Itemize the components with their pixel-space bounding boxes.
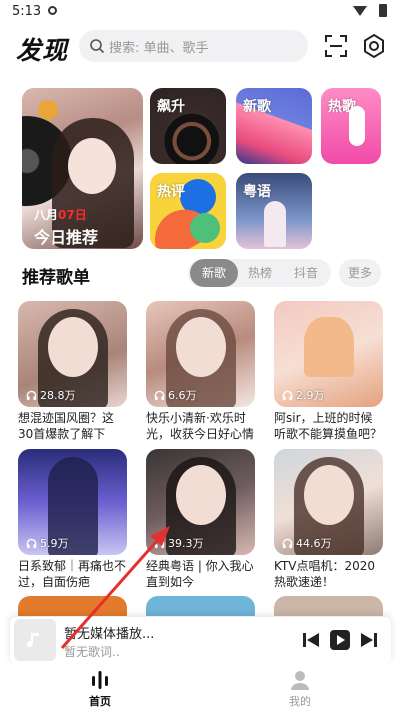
playlist-cover: 2.9万 <box>274 301 383 407</box>
headphones-icon <box>154 538 165 548</box>
tab-douyin[interactable]: 抖音 <box>282 259 330 287</box>
play-icon <box>330 630 350 650</box>
playlist-cover-peek[interactable] <box>146 596 255 616</box>
daily-day: 07日 <box>58 208 87 222</box>
headphones-icon <box>26 390 37 400</box>
section-tabs: 新歌 热榜 抖音 <box>188 259 331 287</box>
playlist-card[interactable]: 2.9万 阿sir，上班的时候听歌不能算摸鱼吧？ <box>274 301 383 442</box>
play-count: 28.8万 <box>26 387 76 403</box>
music-note-icon <box>27 633 39 648</box>
nav-home[interactable]: 首页 <box>70 669 130 709</box>
play-count: 2.9万 <box>282 387 325 403</box>
headphones-icon <box>26 538 37 548</box>
previous-button[interactable] <box>300 629 322 651</box>
play-count: 6.6万 <box>154 387 197 403</box>
playlist-cover: 6.6万 <box>146 301 255 407</box>
playlist-cover: 44.6万 <box>274 449 383 555</box>
status-time: 5:13 <box>12 4 42 19</box>
play-button[interactable] <box>329 629 351 651</box>
tile-label: 粤语 <box>243 184 271 200</box>
playlist-name: KTV点唱机：2020热歌速递！ <box>274 559 376 589</box>
playlist-card[interactable]: 5.9万 日系致郁｜再痛也不过，自面伤疤 <box>18 449 127 590</box>
page-title: 发现 <box>16 36 69 65</box>
gear-icon[interactable] <box>361 33 387 59</box>
playlist-card[interactable]: 6.6万 快乐小清新·欢乐时光，收获今日好心情 <box>146 301 255 442</box>
battery-icon <box>379 4 387 17</box>
album-art <box>14 619 56 661</box>
tab-hot-list[interactable]: 热榜 <box>236 259 284 287</box>
scan-icon[interactable] <box>323 33 349 59</box>
tile-hot-songs[interactable]: 热歌 <box>321 88 381 164</box>
tile-label: 飙升 <box>157 99 185 115</box>
search-icon <box>90 39 105 54</box>
wifi-icon <box>353 6 367 16</box>
tile-rising[interactable]: 飙升 <box>150 88 226 164</box>
playlist-name: 想混迹国风圈？这30首爆款了解下 <box>18 411 115 441</box>
playlist-cover: 5.9万 <box>18 449 127 555</box>
play-count: 39.3万 <box>154 535 204 551</box>
tile-label: 热评 <box>157 184 185 200</box>
mini-player[interactable]: 暂无媒体播放... 暂无歌词.. <box>10 617 391 663</box>
playlist-name: 日系致郁｜再痛也不过，自面伤疤 <box>18 559 127 589</box>
playlist-card[interactable]: 39.3万 经典粤语 | 你入我心 直到如今 <box>146 449 255 590</box>
status-bar: 5:13 <box>0 0 401 24</box>
play-count: 5.9万 <box>26 535 69 551</box>
previous-icon <box>303 633 319 647</box>
playlist-name: 快乐小清新·欢乐时光，收获今日好心情 <box>146 411 255 441</box>
player-lyric: 暂无歌词.. <box>64 645 120 659</box>
player-title: 暂无媒体播放... <box>64 627 155 642</box>
play-count: 44.6万 <box>282 535 332 551</box>
playlist-card[interactable]: 44.6万 KTV点唱机：2020热歌速递！ <box>274 449 383 590</box>
playlist-name: 经典粤语 | 你入我心 直到如今 <box>146 559 254 589</box>
more-button[interactable]: 更多 <box>339 259 381 287</box>
daily-title: 今日推荐 <box>34 228 99 247</box>
nav-me[interactable]: 我的 <box>270 669 330 709</box>
next-icon <box>361 633 377 647</box>
playlist-cover: 28.8万 <box>18 301 127 407</box>
headphones-icon <box>282 390 293 400</box>
headphones-icon <box>154 390 165 400</box>
tab-new[interactable]: 新歌 <box>190 259 238 287</box>
tile-cantonese[interactable]: 粤语 <box>236 173 312 249</box>
daily-recommend-card[interactable]: 八月07日 今日推荐 <box>22 88 143 249</box>
search-input[interactable]: 搜索: 单曲、歌手 <box>79 30 308 62</box>
next-button[interactable] <box>358 629 380 651</box>
user-icon <box>291 671 309 690</box>
playlist-card[interactable]: 28.8万 想混迹国风圈？这30首爆款了解下 <box>18 301 127 442</box>
tile-label: 新歌 <box>243 99 271 115</box>
section-title: 推荐歌单 <box>22 268 90 288</box>
guitar-icon <box>349 106 365 146</box>
playlist-cover-peek[interactable] <box>18 596 127 616</box>
cover-photo-face <box>68 138 116 194</box>
headphones-icon <box>282 538 293 548</box>
search-placeholder: 搜索: 单曲、歌手 <box>109 40 209 56</box>
notification-icon <box>48 6 57 15</box>
tile-hot-comments[interactable]: 热评 <box>150 173 226 249</box>
tile-new-songs[interactable]: 新歌 <box>236 88 312 164</box>
header: 发现 搜索: 单曲、歌手 <box>0 24 401 72</box>
playlist-name: 阿sir，上班的时候听歌不能算摸鱼吧？ <box>274 411 383 441</box>
equalizer-icon <box>92 671 108 689</box>
daily-date: 八月07日 <box>34 206 87 223</box>
playlist-cover: 39.3万 <box>146 449 255 555</box>
bottom-nav: 首页 我的 <box>0 663 401 713</box>
playlist-cover-peek[interactable] <box>274 596 383 616</box>
vip-badge-icon <box>38 100 58 120</box>
daily-month: 八月 <box>34 208 59 222</box>
